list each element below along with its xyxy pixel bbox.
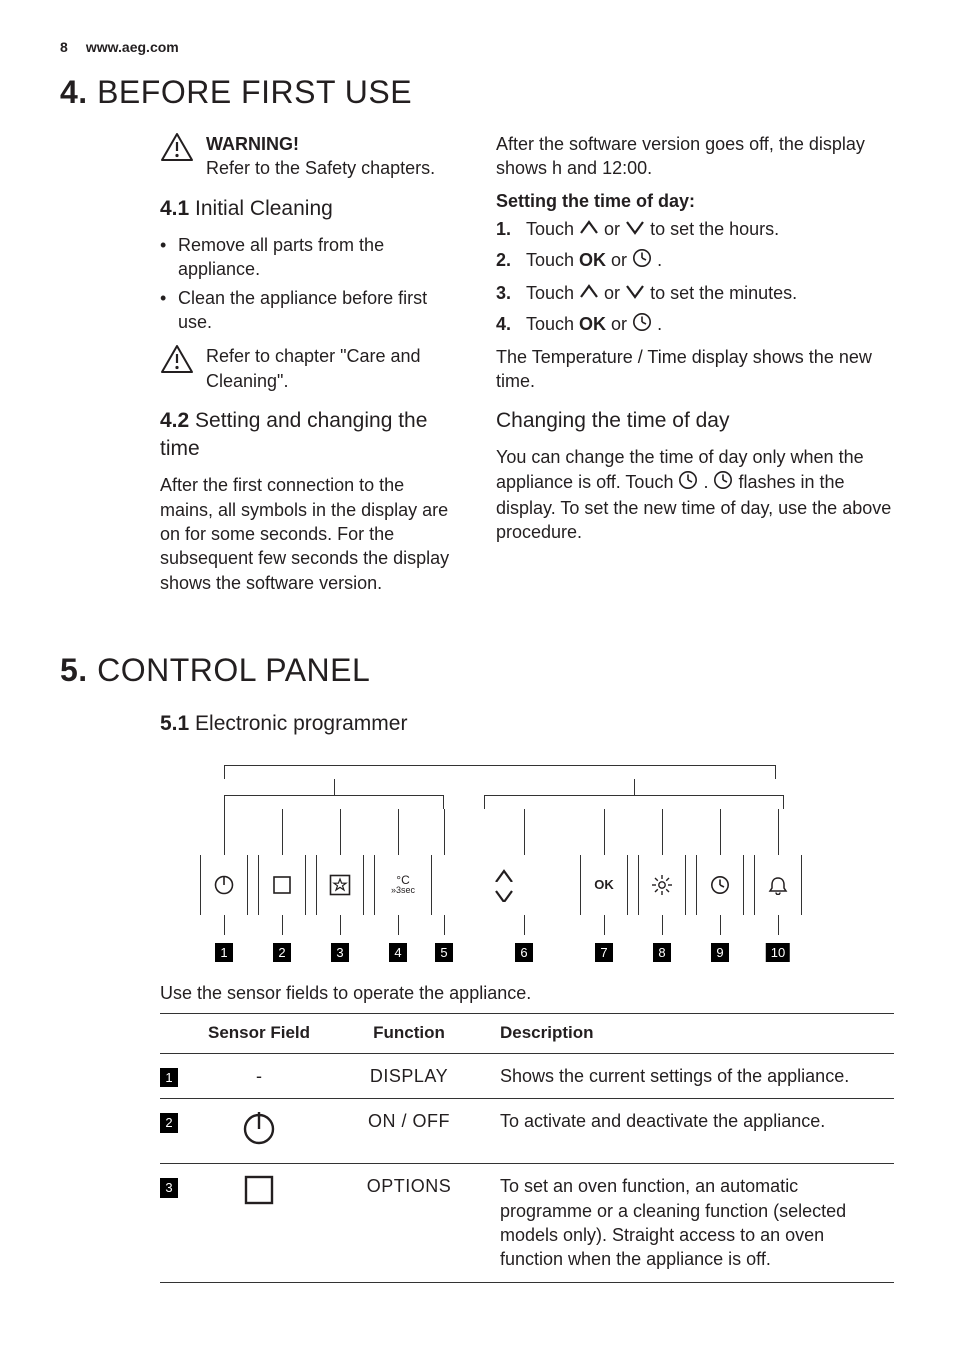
steps-heading: Setting the time of day:: [496, 189, 894, 213]
table-row: 1 - DISPLAY Shows the current settings o…: [160, 1053, 894, 1098]
paragraph: You can change the time of day only when…: [496, 445, 894, 544]
diagram-tag: 2: [273, 943, 291, 963]
paragraph: After the first connection to the mains,…: [160, 473, 458, 594]
clock-icon: [632, 248, 652, 274]
diagram-tag: 7: [595, 943, 613, 963]
diagram-tag: 8: [653, 943, 671, 963]
sensor-table: Sensor Field Function Description 1 - DI…: [160, 1013, 894, 1283]
page-header: 8 www.aeg.com: [60, 38, 894, 57]
clock-icon: [713, 470, 733, 496]
list-item: Clean the appliance before first use.: [178, 286, 458, 335]
chevron-up-icon: [579, 282, 599, 306]
diagram-tag: 10: [766, 943, 790, 963]
panel-updown-icon: [460, 855, 548, 915]
chevron-down-icon: [625, 282, 645, 306]
warning-icon: [160, 132, 194, 162]
panel-power-icon: [200, 855, 248, 915]
panel-light-icon: [638, 855, 686, 915]
chevron-up-icon: [579, 218, 599, 242]
diagram-tag: 3: [331, 943, 349, 963]
warning-icon: [160, 344, 194, 374]
step-item: 4. Touch OK or .: [526, 312, 894, 338]
change-time-heading: Changing the time of day: [496, 407, 894, 435]
subsection-4-1-heading: 4.1 Initial Cleaning: [160, 195, 458, 223]
subsection-4-2-heading: 4.2 Setting and changing the time: [160, 407, 458, 464]
col-sensor: Sensor Field: [194, 1013, 324, 1053]
diagram-tag: 1: [215, 943, 233, 963]
table-row: 2 ON / OFF To activate and deactivate th…: [160, 1099, 894, 1164]
left-column: WARNING! Refer to the Safety chapters. 4…: [60, 132, 458, 603]
options-icon: [194, 1164, 324, 1282]
diagram-tag: 5: [435, 943, 453, 963]
step-item: 1. Touch or to set the hours.: [526, 217, 894, 242]
power-icon: [194, 1099, 324, 1164]
section-4-heading: 4. BEFORE FIRST USE: [60, 71, 894, 114]
clock-icon: [632, 312, 652, 338]
panel-alarm-icon: [754, 855, 802, 915]
panel-temp-icon: °C»3sec: [374, 855, 432, 915]
diagram-tag: 9: [711, 943, 729, 963]
paragraph: After the software version goes off, the…: [496, 132, 894, 181]
control-panel-diagram: °C»3sec OK: [200, 765, 800, 965]
section-5-heading: 5. CONTROL PANEL: [60, 649, 894, 692]
panel-ok-label: OK: [580, 855, 628, 915]
step-item: 3. Touch or to set the minutes.: [526, 281, 894, 306]
step-item: 2. Touch OK or .: [526, 248, 894, 274]
note-block: Refer to chapter "Care and Cleaning".: [160, 344, 458, 393]
clock-icon: [678, 470, 698, 496]
warning-text: Refer to the Safety chapters.: [206, 156, 435, 180]
diagram-tag: 6: [515, 943, 533, 963]
panel-favourite-icon: [316, 855, 364, 915]
note-text: Refer to chapter "Care and Cleaning".: [206, 344, 458, 393]
right-column: After the software version goes off, the…: [496, 132, 894, 603]
subsection-5-1-heading: 5.1 Electronic programmer: [160, 710, 894, 738]
diagram-tag: 4: [389, 943, 407, 963]
paragraph: The Temperature / Time display shows the…: [496, 345, 894, 394]
col-description: Description: [494, 1013, 894, 1053]
panel-clock-icon: [696, 855, 744, 915]
warning-title: WARNING!: [206, 132, 435, 156]
table-row: 3 OPTIONS To set an oven function, an au…: [160, 1164, 894, 1282]
list-item: Remove all parts from the appliance.: [178, 233, 458, 282]
site-url: www.aeg.com: [86, 39, 179, 55]
warning-block: WARNING! Refer to the Safety chapters.: [160, 132, 458, 181]
panel-options-icon: [258, 855, 306, 915]
page-number: 8: [60, 38, 82, 57]
use-text: Use the sensor fields to operate the app…: [160, 981, 540, 1005]
col-function: Function: [324, 1013, 494, 1053]
sensor-field-dash: -: [194, 1053, 324, 1098]
chevron-down-icon: [625, 218, 645, 242]
